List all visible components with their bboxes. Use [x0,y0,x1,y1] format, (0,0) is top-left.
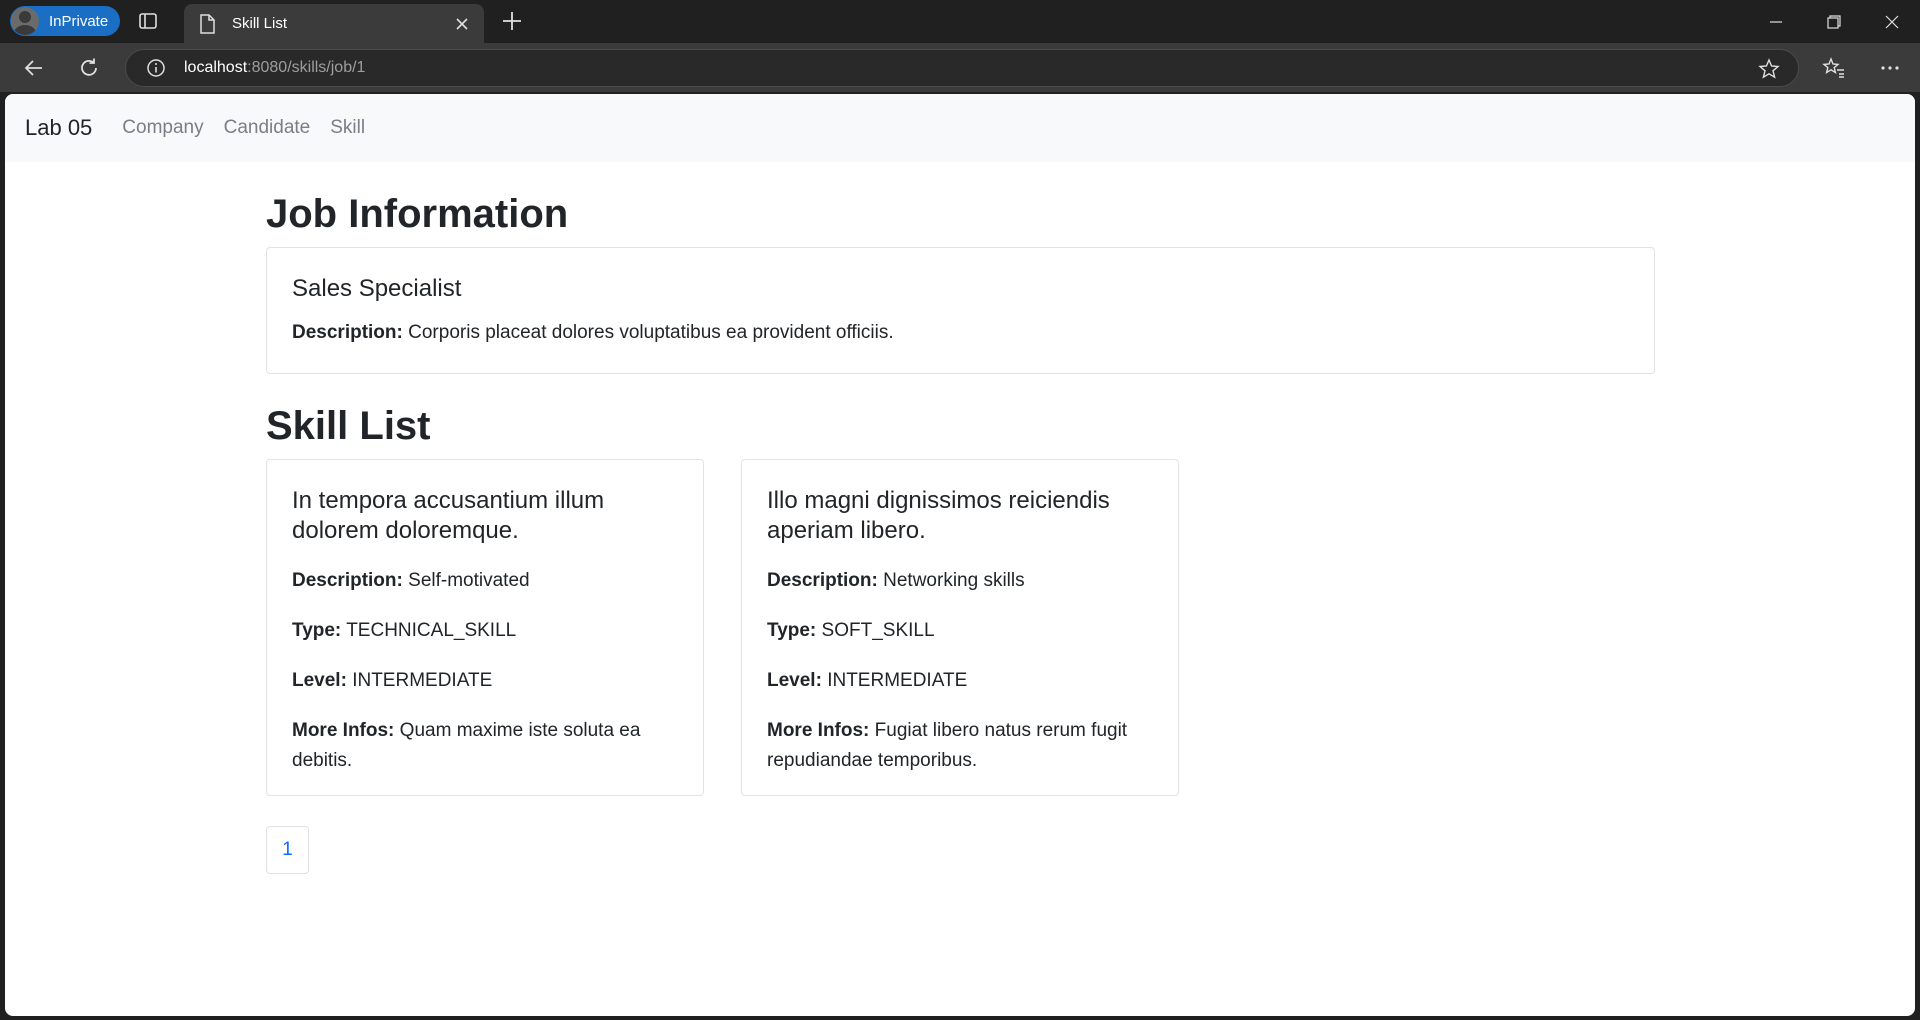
profile-label: InPrivate [49,12,109,30]
nav-link-skill[interactable]: Skill [330,117,365,139]
main-container: Job Information Sales Specialist Descrip… [266,162,1655,874]
more-options-icon[interactable] [1876,54,1904,82]
page-link-1[interactable]: 1 [282,839,293,861]
close-tab-icon[interactable] [452,14,472,34]
skill-list: In tempora accusantium illum dolorem dol… [266,459,1655,796]
skill-list-heading: Skill List [266,404,431,448]
skill-type: Type: TECHNICAL_SKILL [292,620,517,641]
nav-link-company[interactable]: Company [122,117,203,139]
browser-tab-bar: InPrivate Skill List [0,0,1920,43]
address-bar-row: localhost:8080/skills/job/1 [0,43,1920,92]
tab-title: Skill List [232,15,288,32]
tab-actions-icon[interactable] [138,11,158,31]
refresh-icon[interactable] [75,54,103,82]
active-tab[interactable]: Skill List [184,4,484,43]
minimize-icon[interactable] [1748,0,1804,43]
restore-icon[interactable] [1806,0,1862,43]
skill-description: Description: Self-motivated [292,570,530,591]
skill-title: In tempora accusantium illum dolorem dol… [292,487,605,544]
skill-more-infos: More Infos: Quam maxime iste soluta ea d… [292,720,641,771]
skill-description: Description: Networking skills [767,570,1025,591]
job-title: Sales Specialist [292,275,462,302]
page-icon [200,13,215,34]
nav-link-candidate[interactable]: Candidate [224,117,311,139]
site-navbar: Lab 05 Company Candidate Skill [5,94,1915,162]
job-card: Sales Specialist Description: Corporis p… [266,247,1655,374]
skill-type: Type: SOFT_SKILL [767,620,935,641]
skill-level: Level: INTERMEDIATE [292,670,493,691]
favorites-icon[interactable] [1820,54,1848,82]
skill-title: Illo magni dignissimos reiciendis aperia… [767,487,1110,544]
page-viewport: Lab 05 Company Candidate Skill Job Infor… [5,94,1915,1016]
favorite-star-icon[interactable] [1758,58,1780,80]
skill-level: Level: INTERMEDIATE [767,670,968,691]
skill-card: In tempora accusantium illum dolorem dol… [266,459,704,796]
back-arrow-icon[interactable] [20,54,48,82]
close-window-icon[interactable] [1864,0,1920,43]
skill-more-infos: More Infos: Fugiat libero natus rerum fu… [767,720,1128,771]
url-text: localhost:8080/skills/job/1 [184,59,366,76]
new-tab-icon[interactable] [500,9,524,33]
navbar-brand[interactable]: Lab 05 [25,115,92,141]
job-information-heading: Job Information [266,192,569,236]
site-info-icon[interactable] [146,58,166,78]
pagination: 1 [266,826,309,874]
inprivate-profile-button[interactable]: InPrivate [10,6,120,36]
job-description: Description: Corporis placeat dolores vo… [292,322,894,343]
address-input[interactable]: localhost:8080/skills/job/1 [125,49,1799,87]
skill-card: Illo magni dignissimos reiciendis aperia… [741,459,1179,796]
avatar [11,7,39,35]
